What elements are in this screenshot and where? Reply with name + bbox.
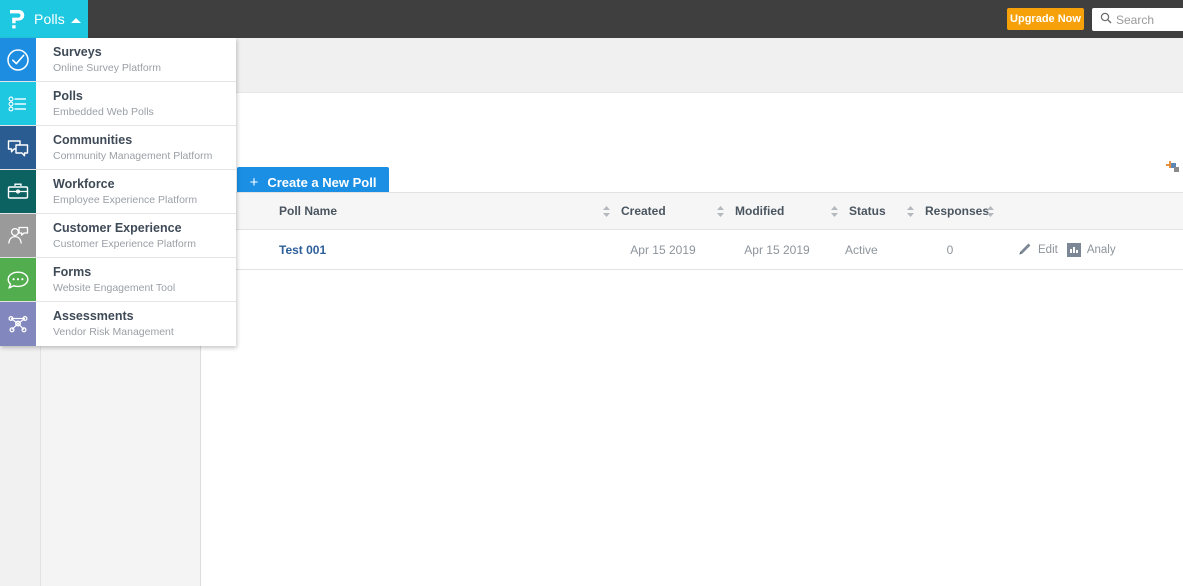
pencil-icon [1019, 243, 1031, 255]
polls-table: Poll Name Created Modified Status Respon… [201, 192, 1183, 270]
poll-name-link[interactable]: Test 001 [279, 243, 326, 257]
content-header-band [201, 38, 1183, 93]
main-content: + Create a New Poll Poll Name Created Mo… [201, 38, 1183, 586]
add-widget-icon[interactable] [1165, 159, 1181, 175]
app-switcher-text: Surveys Online Survey Platform [36, 38, 236, 81]
analytics-action[interactable]: Analy [1066, 242, 1116, 257]
briefcase-icon [0, 170, 36, 213]
bar-chart-icon [1066, 242, 1081, 257]
check-circle-icon [0, 38, 36, 81]
search-box[interactable] [1092, 8, 1183, 31]
app-switcher-text: Customer Experience Customer Experience … [36, 214, 236, 257]
sort-arrows-icon-status[interactable] [825, 205, 843, 217]
app-switcher-text: Communities Community Management Platfor… [36, 126, 236, 169]
app-title: Assessments [53, 309, 134, 323]
table-header-row: Poll Name Created Modified Status Respon… [201, 192, 1183, 230]
toolbar: + Create a New Poll [201, 94, 1183, 197]
app-switcher-item-forms[interactable]: Forms Website Engagement Tool [0, 258, 236, 302]
column-header-created[interactable]: Created [615, 204, 711, 218]
plus-icon: + [249, 173, 259, 191]
poll-list-icon [0, 82, 36, 125]
app-title: Workforce [53, 176, 115, 191]
edit-action[interactable]: Edit [1017, 242, 1058, 257]
create-new-poll-label: Create a New Poll [267, 174, 377, 190]
sort-arrows-icon-modified[interactable] [711, 205, 729, 217]
cell-modified: Apr 15 2019 [744, 242, 810, 257]
app-switcher-item-polls[interactable]: Polls Embedded Web Polls [0, 82, 236, 126]
network-nodes-icon [0, 302, 36, 346]
chat-dots-icon [0, 258, 36, 301]
column-header-modified[interactable]: Modified [729, 204, 825, 218]
app-switcher-text: Polls Embedded Web Polls [36, 82, 236, 125]
app-switcher-item-surveys[interactable]: Surveys Online Survey Platform [0, 38, 236, 82]
app-switcher-text: Assessments Vendor Risk Management [36, 302, 236, 346]
app-switcher-item-customer-experience[interactable]: Customer Experience Customer Experience … [0, 214, 236, 258]
app-switcher-text: Forms Website Engagement Tool [36, 258, 236, 301]
app-subtitle: Vendor Risk Management [53, 326, 174, 338]
sort-arrows-icon-created[interactable] [597, 205, 615, 217]
column-header-responses[interactable]: Responses [919, 204, 989, 218]
cell-created: Apr 15 2019 [630, 242, 696, 257]
cell-status: Active [845, 242, 878, 257]
app-switcher-item-workforce[interactable]: Workforce Employee Experience Platform [0, 170, 236, 214]
column-header-status[interactable]: Status [843, 204, 901, 218]
sort-arrows-icon-responses[interactable] [981, 205, 999, 217]
app-switcher-toggle[interactable]: Polls [0, 0, 88, 38]
speech-bubbles-icon [0, 126, 36, 169]
app-subtitle: Embedded Web Polls [53, 105, 154, 118]
upgrade-now-button[interactable]: Upgrade Now [1007, 8, 1084, 30]
app-switcher-item-assessments[interactable]: Assessments Vendor Risk Management [0, 302, 236, 346]
app-title: Surveys [53, 44, 102, 59]
table-row[interactable]: Test 001 Apr 15 2019 Apr 15 2019 Active … [201, 230, 1183, 270]
cell-poll-name: Test 001 [247, 243, 597, 257]
person-speech-icon [0, 214, 36, 257]
app-subtitle: Employee Experience Platform [53, 193, 198, 206]
column-header-poll-name[interactable]: Poll Name [247, 204, 597, 218]
sort-arrows-icon-responses-left[interactable] [901, 205, 919, 217]
app-switcher-item-communities[interactable]: Communities Community Management Platfor… [0, 126, 236, 170]
cell-actions: Edit Analy [999, 242, 1183, 257]
app-switcher-label: Polls [34, 11, 65, 27]
search-input[interactable] [1116, 12, 1183, 27]
app-subtitle: Online Survey Platform [53, 61, 161, 74]
app-subtitle: Community Management Platform [53, 149, 213, 162]
analytics-action-label: Analy [1086, 243, 1116, 256]
app-subtitle: Website Engagement Tool [53, 281, 176, 294]
caret-up-icon [70, 17, 81, 23]
edit-action-label: Edit [1038, 243, 1058, 256]
app-title: Polls [53, 88, 83, 103]
app-switcher-text: Workforce Employee Experience Platform [36, 170, 236, 213]
question-p-logo-icon [6, 0, 28, 38]
cell-responses: 0 [946, 242, 954, 257]
app-title: Forms [53, 264, 92, 279]
app-subtitle: Customer Experience Platform [53, 237, 196, 250]
app-title: Customer Experience [53, 220, 182, 235]
search-icon [1100, 11, 1112, 29]
app-title: Communities [53, 132, 133, 147]
app-switcher-dropdown: Surveys Online Survey Platform Polls Emb… [0, 38, 236, 346]
top-navigation-bar: Polls Upgrade Now [0, 0, 1183, 38]
